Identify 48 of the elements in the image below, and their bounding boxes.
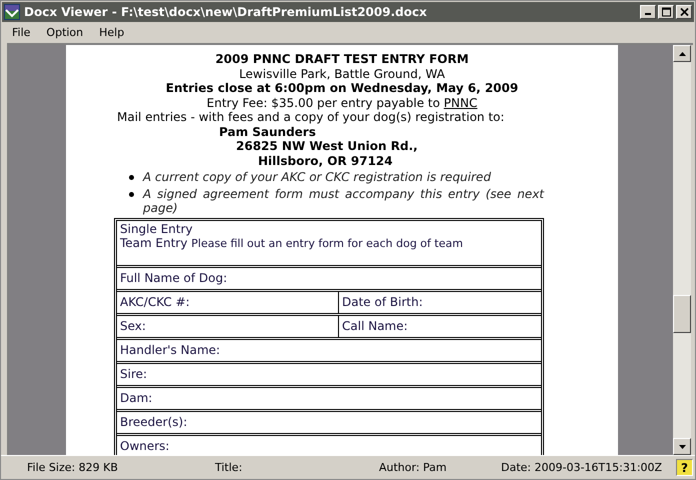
scroll-down-button[interactable] (673, 438, 691, 455)
mail-instructions: Mail entries - with fees and a copy of your dog(s) registration to: (116, 110, 506, 124)
minimize-button[interactable] (640, 5, 656, 19)
minimize-icon (645, 13, 651, 15)
table-cell-text: Handler's Name: (119, 342, 222, 358)
app-icon (4, 4, 20, 20)
bullet-icon (129, 175, 134, 180)
bullet-text: A signed agreement form must accompany this entry (see next page) (143, 186, 544, 216)
close-icon (678, 7, 690, 17)
link[interactable]: PNNC (444, 96, 478, 110)
table-cell-text: Owners: (119, 438, 170, 454)
heading-line: Entries close at 6:00pm on Wednesday, May 6, 2009 (164, 81, 520, 96)
status-field: Date: 2009-03-16T15:31:00Z (501, 461, 667, 474)
help-button[interactable]: ? (676, 459, 693, 476)
table-cell-text: Dam: (119, 390, 154, 406)
table-cell-text: Sex: (119, 318, 147, 334)
maximize-button[interactable] (658, 5, 674, 19)
status-field: Author: Pam (379, 461, 501, 474)
window-title: Docx Viewer - F:\test\docx\new\DraftPremiumList2009.docx (24, 5, 428, 19)
table-cell-text: Breeder(s): (119, 414, 188, 430)
entry-option: Single Entry (120, 222, 538, 236)
table-cell: Call Name: (338, 316, 541, 336)
maximize-icon (660, 7, 672, 17)
vertical-scrollbar[interactable] (673, 45, 691, 455)
down-arrow-icon (678, 444, 686, 448)
address-line: Hillsboro, OR 97124 (257, 154, 394, 168)
table-cell-text: Sire: (119, 366, 148, 382)
menu-item[interactable]: File (4, 26, 38, 39)
bullet-icon (129, 192, 134, 196)
table-cell-text: AKC/CKC #: (119, 294, 191, 310)
table-cell-text: Full Name of Dog: (119, 270, 228, 286)
status-field: Title: (215, 461, 379, 474)
address-line: 26825 NW West Union Rd., (235, 139, 419, 154)
scroll-up-button[interactable] (673, 45, 691, 62)
table-cell: Date of Birth: (338, 292, 541, 312)
entry-option: Team Entry (120, 236, 188, 250)
status-field: File Size: 829 KB (27, 461, 215, 474)
up-arrow-icon (678, 52, 686, 56)
menu-item[interactable]: Option (38, 26, 92, 39)
scroll-thumb[interactable] (673, 295, 691, 333)
menu-item[interactable]: Help (91, 26, 132, 39)
heading-line: Lewisville Park, Battle Ground, WA (238, 66, 446, 81)
close-button[interactable] (676, 5, 692, 19)
fee-line: Entry Fee: $35.00 per entry payable to PNNC (206, 96, 478, 110)
bullet-text: A current copy of your AKC or CKC registration is required (143, 170, 491, 184)
entry-note: Please fill out an entry form for each dog of team (191, 236, 463, 250)
address-line: Pam Saunders (218, 124, 317, 139)
heading-line: 2009 PNNC DRAFT TEST ENTRY FORM (214, 52, 470, 66)
